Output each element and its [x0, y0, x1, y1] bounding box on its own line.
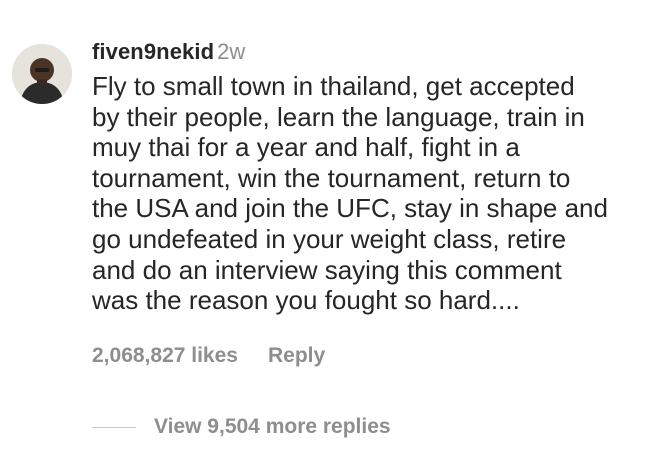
- comment-text-line: muy thai for a year and half, fight in a: [92, 132, 520, 163]
- comment-text-line: the USA and join the UFC, stay in shape …: [92, 193, 608, 224]
- comment-text-line: go undefeated in your weight class, reti…: [92, 223, 567, 254]
- comment-text: Fly to small town in thailand, get accep…: [92, 71, 640, 316]
- avatar[interactable]: [12, 44, 72, 104]
- comment-text-line: and do an interview saying this comment: [92, 254, 562, 285]
- comment: fiven9nekid 2w Fly to small town in thail…: [0, 0, 650, 466]
- comment-body: fiven9nekid 2w Fly to small town in thail…: [92, 38, 640, 316]
- replies-divider: [92, 426, 136, 428]
- comment-meta: 2,068,827 likes Reply: [92, 342, 325, 370]
- comment-text-line: Fly to small town in thailand, get accep…: [92, 71, 575, 101]
- view-replies-label: View 9,504 more replies: [154, 415, 391, 438]
- view-replies-button[interactable]: View 9,504 more replies: [92, 412, 391, 442]
- comment-text-line: was the reason you fought so hard....: [92, 285, 520, 316]
- comment-text-line: by their people, learn the language, tra…: [92, 101, 585, 132]
- timestamp: 2w: [217, 39, 246, 64]
- reply-button[interactable]: Reply: [268, 344, 325, 367]
- comment-text-line: tournament, win the tournament, return t…: [92, 162, 571, 193]
- comment-header: fiven9nekid 2w: [92, 38, 640, 66]
- profile-photo-icon: [12, 44, 72, 104]
- username[interactable]: fiven9nekid: [92, 39, 214, 64]
- likes-count[interactable]: 2,068,827 likes: [92, 344, 238, 367]
